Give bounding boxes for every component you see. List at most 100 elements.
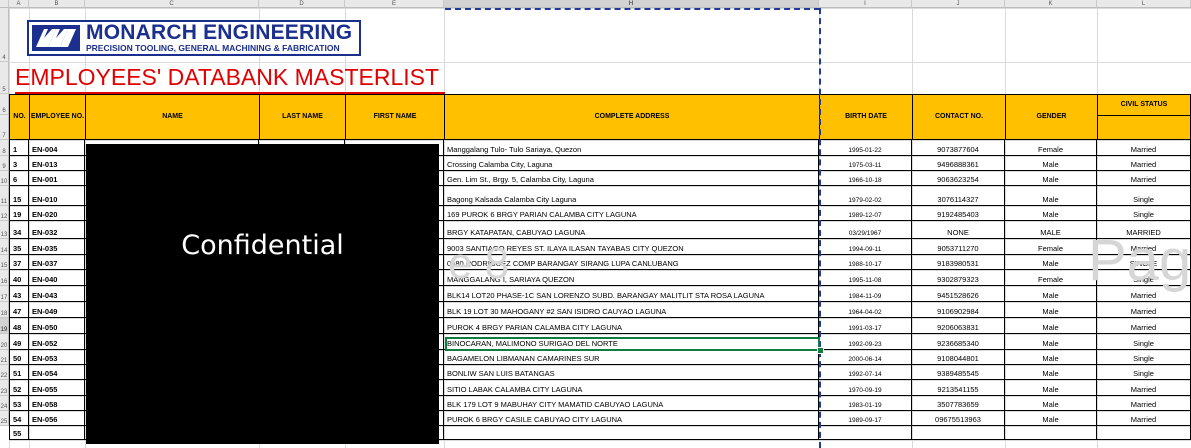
cell-birth-date[interactable]: 1992-07-14: [819, 365, 912, 380]
cell-contact-no[interactable]: NONE: [912, 221, 1005, 239]
row-header-13[interactable]: 13: [0, 221, 9, 239]
cell-birth-date[interactable]: 1995-11-08: [819, 270, 912, 286]
select-all-corner[interactable]: [0, 0, 9, 8]
cell-employee-no[interactable]: EN-049: [29, 302, 85, 318]
cell-birth-date[interactable]: 1995-01-22: [819, 140, 912, 156]
column-header-d[interactable]: D: [259, 0, 345, 8]
header-civil-status-sub[interactable]: [1097, 115, 1191, 140]
cell-no[interactable]: 43: [9, 286, 29, 302]
cell-gender[interactable]: Male: [1005, 255, 1097, 270]
cell-employee-no[interactable]: EN-054: [29, 365, 85, 380]
cell-gender[interactable]: Male: [1005, 206, 1097, 221]
row-header-10[interactable]: 10: [0, 171, 9, 186]
row-header-19[interactable]: 19: [0, 318, 9, 334]
cell-employee-no[interactable]: [29, 426, 85, 440]
row-header-4[interactable]: 4: [0, 8, 9, 62]
cell-address[interactable]: Bagong Kalsada Calamba City Laguna: [444, 186, 819, 206]
cell-address[interactable]: [444, 426, 819, 440]
cell-civil-status[interactable]: Single: [1097, 334, 1191, 350]
column-header-h[interactable]: H: [444, 0, 819, 8]
row-header-11[interactable]: 11: [0, 186, 9, 206]
cell-birth-date[interactable]: 1989-09-17: [819, 411, 912, 426]
cell-birth-date[interactable]: 2000-06-14: [819, 350, 912, 365]
cell-address[interactable]: Crossing Calamba City, Laguna: [444, 156, 819, 171]
cell-no[interactable]: 47: [9, 302, 29, 318]
cell-address[interactable]: BLK 179 LOT 9 MABUHAY CITY MAMATID CABUY…: [444, 396, 819, 411]
cell-address[interactable]: Manggalang Tulo- Tulo Sariaya, Quezon: [444, 140, 819, 156]
cell-employee-no[interactable]: EN-056: [29, 411, 85, 426]
row-header-8[interactable]: 8: [0, 140, 9, 156]
cell-address[interactable]: BLK 19 LOT 30 MAHOGANY #2 SAN ISIDRO CAU…: [444, 302, 819, 318]
cell-address[interactable]: PUROK 4 BRGY PARIAN CALAMBA CITY LAGUNA: [444, 318, 819, 334]
cell-birth-date[interactable]: 1975-03-11: [819, 156, 912, 171]
cell-birth-date[interactable]: 1979-02-02: [819, 186, 912, 206]
cell-contact-no[interactable]: 9192485403: [912, 206, 1005, 221]
cell-contact-no[interactable]: 9213541155: [912, 380, 1005, 396]
cell-birth-date[interactable]: 1991-03-17: [819, 318, 912, 334]
row-header-9[interactable]: 9: [0, 156, 9, 171]
row-header-14[interactable]: 14: [0, 239, 9, 255]
column-header-a[interactable]: A: [9, 0, 29, 8]
row-header-15[interactable]: 15: [0, 255, 9, 270]
row-header-16[interactable]: 16: [0, 270, 9, 286]
cell-gender[interactable]: Male: [1005, 186, 1097, 206]
row-header-25[interactable]: 25: [0, 411, 9, 426]
cell-address[interactable]: BLK14 LOT20 PHASE-1C SAN LORENZO SUBD. B…: [444, 286, 819, 302]
cell-gender[interactable]: Male: [1005, 396, 1097, 411]
cell-employee-no[interactable]: EN-004: [29, 140, 85, 156]
cell-civil-status[interactable]: Married: [1097, 411, 1191, 426]
cell-contact-no[interactable]: 9073877604: [912, 140, 1005, 156]
cell-gender[interactable]: [1005, 426, 1097, 440]
cell-contact-no[interactable]: 9063623254: [912, 171, 1005, 186]
header-employee-no[interactable]: EMPLOYEE NO.: [29, 94, 86, 140]
cell-contact-no[interactable]: [912, 426, 1005, 440]
cell-civil-status[interactable]: Single: [1097, 206, 1191, 221]
cell-address[interactable]: BRGY KATAPATAN, CABUYAO LAGUNA: [444, 221, 819, 239]
cell-birth-date[interactable]: 1994-09-11: [819, 239, 912, 255]
cell-civil-status[interactable]: Married: [1097, 302, 1191, 318]
cell-birth-date[interactable]: 03/29/1967: [819, 221, 912, 239]
cell-no[interactable]: 48: [9, 318, 29, 334]
cell-no[interactable]: 52: [9, 380, 29, 396]
cell-gender[interactable]: Male: [1005, 302, 1097, 318]
header-last-name[interactable]: LAST NAME: [259, 94, 346, 140]
row-header-23[interactable]: 23: [0, 380, 9, 396]
column-header-k[interactable]: K: [1005, 0, 1097, 8]
cell-employee-no[interactable]: EN-058: [29, 396, 85, 411]
cell-employee-no[interactable]: EN-053: [29, 350, 85, 365]
cell-contact-no[interactable]: 3076114327: [912, 186, 1005, 206]
cell-civil-status[interactable]: Married: [1097, 380, 1191, 396]
cell-no[interactable]: 40: [9, 270, 29, 286]
cell-birth-date[interactable]: 1989-12-07: [819, 206, 912, 221]
cell-civil-status[interactable]: Single: [1097, 365, 1191, 380]
cell-civil-status[interactable]: [1097, 426, 1191, 440]
cell-address[interactable]: PUROK 6 BRGY CASILE CABUYAO CITY LAGUNA: [444, 411, 819, 426]
cell-no[interactable]: 6: [9, 171, 29, 186]
cell-birth-date[interactable]: 1988-10-17: [819, 255, 912, 270]
row-header-24[interactable]: 24: [0, 396, 9, 411]
cell-employee-no[interactable]: EN-013: [29, 156, 85, 171]
column-header-l[interactable]: L: [1097, 0, 1191, 8]
row-header-12[interactable]: 12: [0, 206, 9, 221]
cell-no[interactable]: 35: [9, 239, 29, 255]
cell-gender[interactable]: Male: [1005, 286, 1097, 302]
cell-civil-status[interactable]: Married: [1097, 156, 1191, 171]
row-header-22[interactable]: 22: [0, 365, 9, 380]
cell-gender[interactable]: Male: [1005, 411, 1097, 426]
cell-employee-no[interactable]: EN-050: [29, 318, 85, 334]
row-header-7[interactable]: 7: [0, 115, 9, 140]
column-header-e[interactable]: E: [345, 0, 444, 8]
spreadsheet[interactable]: ABCDEHIJKL 4 5 6 7 8 9 10 11 12 13 14 15 16 17 18 19 20 2…: [0, 0, 1191, 448]
cell-birth-date[interactable]: 1992-09-23: [819, 334, 912, 350]
cell-gender[interactable]: Male: [1005, 318, 1097, 334]
row-header-18[interactable]: 18: [0, 302, 9, 318]
header-contact-no[interactable]: CONTACT NO.: [912, 94, 1006, 140]
cell-employee-no[interactable]: EN-010: [29, 186, 85, 206]
row-header-6[interactable]: 6: [0, 94, 9, 115]
cell-birth-date[interactable]: [819, 426, 912, 440]
row-header-21[interactable]: 21: [0, 350, 9, 365]
active-cell-selection[interactable]: [445, 337, 820, 351]
cell-no[interactable]: 19: [9, 206, 29, 221]
cell-no[interactable]: 55: [9, 426, 29, 440]
sheet-title[interactable]: EMPLOYEES' DATABANK MASTERLIST 2: [15, 62, 445, 94]
